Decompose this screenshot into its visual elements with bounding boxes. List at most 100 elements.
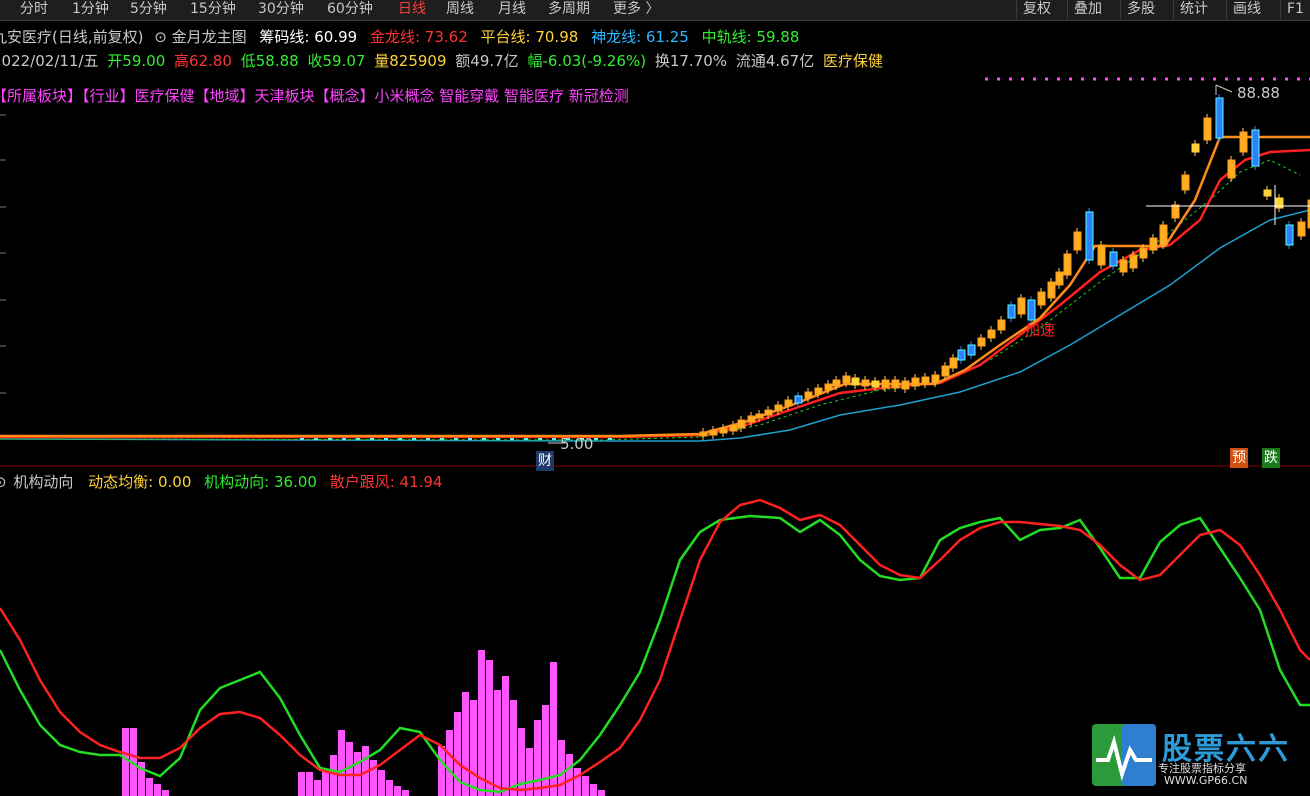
candle-body	[774, 404, 783, 412]
jinlong-line	[0, 148, 1310, 439]
retail-bar	[338, 730, 345, 796]
candle-body	[814, 387, 823, 395]
retail-bar	[566, 754, 573, 796]
candle-body	[931, 374, 940, 384]
candle-body	[891, 379, 900, 389]
candle-body	[1119, 259, 1128, 273]
retail-bar	[378, 770, 385, 796]
candle-body	[699, 431, 708, 437]
high-marker: 88.88	[1215, 84, 1280, 102]
candle-body	[1203, 117, 1212, 141]
retail-bar	[438, 746, 445, 796]
candle-body	[1073, 231, 1082, 251]
candle-body	[1263, 189, 1272, 197]
candle-body	[1215, 97, 1224, 139]
retail-bar	[510, 700, 517, 796]
candle-body	[747, 415, 756, 423]
candle-body	[764, 409, 773, 416]
retail-bar	[386, 780, 393, 796]
candle-body	[1063, 253, 1072, 276]
candle-body	[784, 399, 793, 407]
yu-tag[interactable]: 预	[1230, 448, 1248, 468]
zhonggui-dash-line	[0, 159, 1301, 441]
retail-bar	[598, 790, 605, 796]
crosshair	[1146, 185, 1310, 225]
candle-body	[1297, 221, 1306, 237]
candle-body	[987, 329, 996, 339]
retail-bar	[314, 780, 321, 796]
candle-body	[1047, 281, 1056, 299]
kline-chart[interactable]: 88.88 5.00 加速	[0, 0, 1310, 796]
candle-body	[949, 357, 958, 369]
candle-body	[794, 395, 803, 404]
retail-bar	[534, 720, 541, 796]
candle-body	[709, 429, 718, 436]
candle-body	[737, 419, 746, 429]
y-axis-ticks	[0, 114, 6, 394]
balance-value: 动态均衡: 0.00	[88, 473, 192, 491]
candle-body	[824, 383, 833, 391]
candlesticks	[699, 94, 1310, 440]
candle-body	[1181, 174, 1190, 191]
retail-value: 散户跟风: 41.94	[329, 473, 443, 491]
retail-bar	[394, 786, 401, 796]
candle-body	[1227, 159, 1236, 179]
sub-indicator-icon[interactable]: ⊙	[0, 473, 7, 491]
candle-body	[1017, 297, 1026, 315]
candle-body	[842, 375, 851, 384]
retail-bar	[322, 770, 329, 796]
candle-body	[1251, 129, 1260, 167]
sub-indicator-header: ⊙ 机构动向 动态均衡: 0.00 机构动向: 36.00 散户跟风: 41.9…	[0, 471, 442, 493]
shenlong-line	[0, 209, 1310, 442]
inst-value: 机构动向: 36.00	[204, 473, 317, 491]
retail-bar	[478, 650, 485, 796]
candle-body	[804, 391, 813, 399]
candle-body	[755, 413, 764, 419]
candle-body	[1085, 211, 1094, 261]
candle-body	[901, 380, 910, 390]
candle-body	[1109, 251, 1118, 267]
retail-bar	[486, 660, 493, 796]
candle-body	[1191, 143, 1200, 153]
retail-bar	[582, 776, 589, 796]
retail-bar	[590, 784, 597, 796]
retail-bar	[558, 740, 565, 796]
candle-body	[977, 337, 986, 347]
candle-body	[1239, 131, 1248, 153]
pingtai-line	[0, 135, 1310, 438]
candle-body	[851, 377, 860, 386]
candle-body	[1149, 237, 1158, 251]
candle-body	[1055, 271, 1064, 286]
retail-bar	[330, 755, 337, 796]
retail-bar	[146, 778, 153, 796]
candle-body	[957, 349, 966, 361]
sub-indicator-title[interactable]: 机构动向	[13, 473, 73, 491]
candle-body	[881, 379, 890, 389]
retail-bar	[518, 728, 525, 796]
die-tag[interactable]: 跌	[1262, 448, 1280, 468]
candle-body	[967, 344, 976, 356]
candle-body	[1171, 204, 1180, 219]
candle-body	[941, 365, 950, 377]
retail-bar	[162, 790, 169, 796]
retail-bar	[298, 772, 305, 796]
candle-body	[1139, 247, 1148, 259]
high-mark-label: 88.88	[1237, 84, 1280, 102]
retail-bar	[494, 690, 501, 796]
retail-bar	[370, 760, 377, 796]
watermark: 股票六六 专注股票指标分享 WWW.GP66.CN	[1092, 724, 1306, 790]
candle-body	[1097, 244, 1106, 266]
retail-bar	[542, 705, 549, 796]
retail-bar	[306, 772, 313, 796]
candle-body	[861, 379, 870, 387]
retail-bar	[122, 728, 129, 796]
accel-label: 加速	[1025, 321, 1055, 339]
low-mark-label: 5.00	[560, 435, 593, 453]
retail-bar	[462, 692, 469, 796]
candle-body	[1159, 224, 1168, 246]
cai-tag[interactable]: 财	[536, 451, 554, 471]
retail-bar	[402, 790, 409, 796]
candle-body	[911, 377, 920, 387]
retail-bar	[574, 768, 581, 796]
candle-body	[871, 380, 880, 388]
